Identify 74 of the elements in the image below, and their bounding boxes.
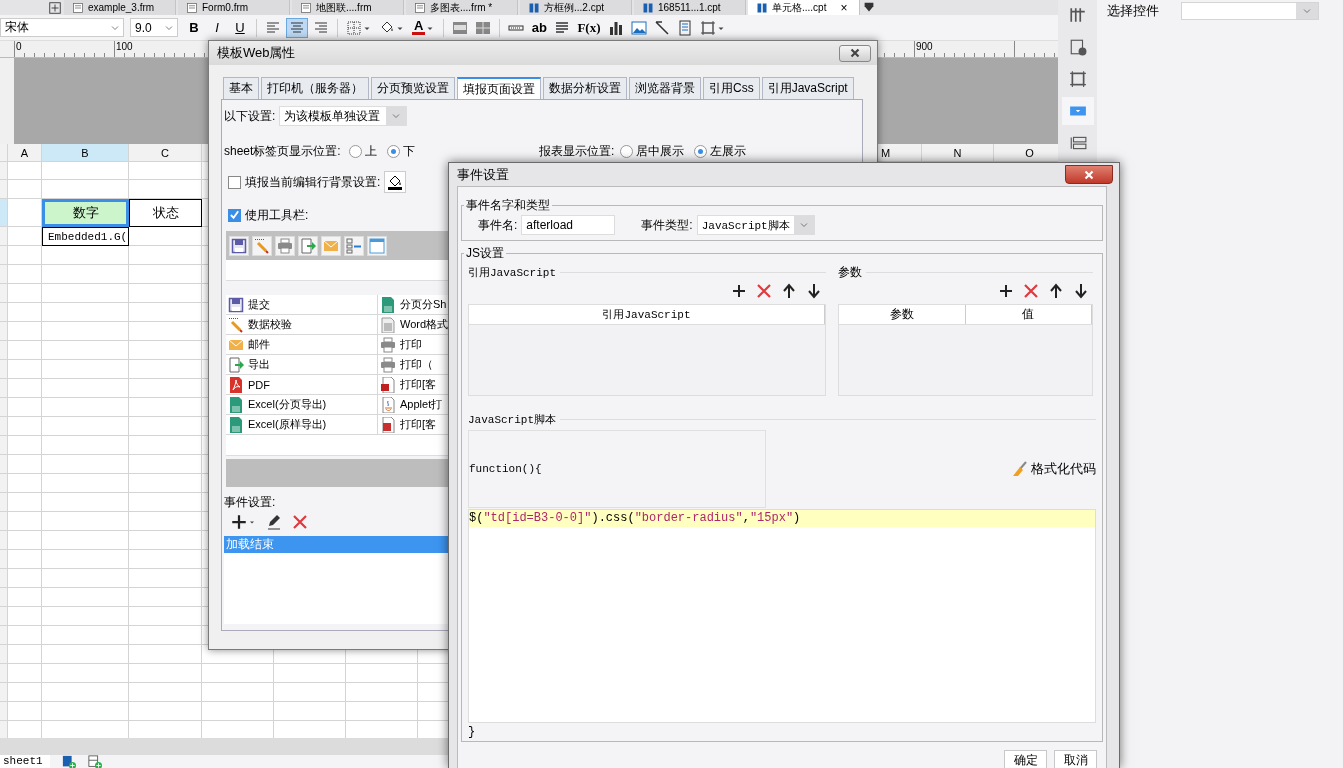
toolbar-option[interactable]: 邮件 — [226, 335, 378, 355]
toolbar-option[interactable]: PDF — [226, 375, 378, 395]
field-label: 事件名: — [478, 216, 518, 234]
table-cell[interactable]: Embedded1.G( — [42, 227, 129, 246]
column-header[interactable]: B — [42, 144, 129, 162]
bold-button[interactable]: B — [184, 17, 204, 38]
font-dropdown[interactable]: 宋体 — [0, 18, 124, 37]
font-color-button[interactable]: A — [410, 17, 438, 38]
ruler-label: 900 — [916, 41, 933, 52]
field-label: 事件类型: — [641, 216, 693, 234]
option-label: 居中展示 — [636, 142, 685, 160]
code-line: function(){ — [469, 463, 542, 475]
tab[interactable]: 浏览器背景 — [629, 77, 701, 99]
tab[interactable]: 基本 — [223, 77, 259, 99]
file-tab[interactable]: Form0.frm — [178, 0, 290, 15]
code-editor[interactable]: $("td[id=B3-0-0]").css("border-radius","15px") — [468, 509, 1096, 723]
group-title: JS设置 — [465, 245, 505, 262]
window-title: 事件设置 — [457, 165, 509, 184]
scope-dropdown[interactable]: 为该模板单独设置 — [279, 106, 408, 126]
tab[interactable]: 分页预览设置 — [371, 77, 455, 99]
toolbar-option[interactable]: 导出 — [226, 355, 378, 375]
toolbar-option[interactable]: Excel(分页导出) — [226, 395, 378, 415]
field-label: 报表显示位置: — [539, 142, 615, 160]
file-tab[interactable]: 单元格....cpt × — [748, 0, 860, 15]
file-tab[interactable]: 多图表....frm * — [406, 0, 518, 15]
column-header[interactable]: C — [129, 144, 202, 162]
column-header: 引用JavaScript — [469, 305, 825, 324]
column-header: 值 — [965, 305, 1092, 324]
formula-button[interactable]: F(x) — [575, 17, 603, 38]
tab[interactable]: 数据分析设置 — [543, 77, 627, 99]
sheet-tab[interactable]: sheet1 — [0, 755, 50, 768]
table-cell[interactable]: 状态 — [129, 199, 202, 227]
text-button[interactable]: ab — [529, 17, 550, 38]
section-label: 引用JavaScript — [468, 265, 556, 280]
code-line: } — [468, 725, 477, 739]
ok-button[interactable]: 确定 — [1004, 750, 1047, 768]
field-label: sheet标签页显示位置: — [224, 142, 341, 160]
tab[interactable]: 引用Css — [703, 77, 760, 99]
file-tab[interactable]: 地图联....frm — [292, 0, 404, 15]
checkbox-label: 填报当前编辑行背景设置: — [245, 173, 381, 191]
group-title: 事件名字和类型 — [465, 197, 551, 214]
option-label: 下 — [402, 142, 415, 160]
section-label: JavaScript脚本 — [468, 413, 556, 427]
column-header[interactable]: N — [922, 144, 994, 162]
option-label: 左展示 — [710, 142, 747, 160]
font-size-dropdown[interactable]: 9.0 — [130, 18, 178, 37]
italic-button[interactable]: I — [207, 17, 227, 38]
cancel-button[interactable]: 取消 — [1054, 750, 1097, 768]
ruler-label: 0 — [16, 41, 22, 52]
column-header: 参数 — [839, 305, 966, 324]
column-header[interactable]: O — [994, 144, 1058, 162]
tab[interactable]: 打印机（服务器） — [261, 77, 369, 99]
section-label: 事件设置: — [224, 495, 277, 509]
tab[interactable]: 填报页面设置 — [457, 77, 541, 99]
option-label: 上 — [364, 142, 377, 160]
file-tab[interactable]: 方框例...2.cpt — [520, 0, 632, 15]
toolbar-option[interactable]: 提交 — [226, 295, 378, 315]
section-label: 参数 — [838, 263, 862, 281]
checkbox-label: 使用工具栏: — [245, 206, 309, 224]
underline-button[interactable]: U — [230, 17, 250, 38]
tab[interactable]: 引用JavaScript — [761, 77, 854, 99]
column-header[interactable]: A — [8, 144, 42, 162]
toolbar-option[interactable]: 数据校验 — [226, 315, 378, 335]
input-field[interactable]: afterload — [521, 215, 616, 235]
close-button[interactable]: × — [840, 0, 848, 15]
ruler-label: 100 — [116, 41, 133, 52]
format-button[interactable]: 格式化代码 — [1012, 460, 1096, 478]
field-label: 选择控件 — [1107, 2, 1159, 20]
file-tab[interactable]: 168511...1.cpt — [634, 0, 746, 15]
table-cell[interactable]: 数字 — [42, 199, 129, 227]
file-tab[interactable]: example_3.frm — [64, 0, 176, 15]
window-title: 模板Web属性 — [217, 44, 296, 62]
type-dropdown[interactable]: JavaScript脚本 — [696, 215, 815, 235]
field-label: 以下设置: — [224, 107, 276, 125]
